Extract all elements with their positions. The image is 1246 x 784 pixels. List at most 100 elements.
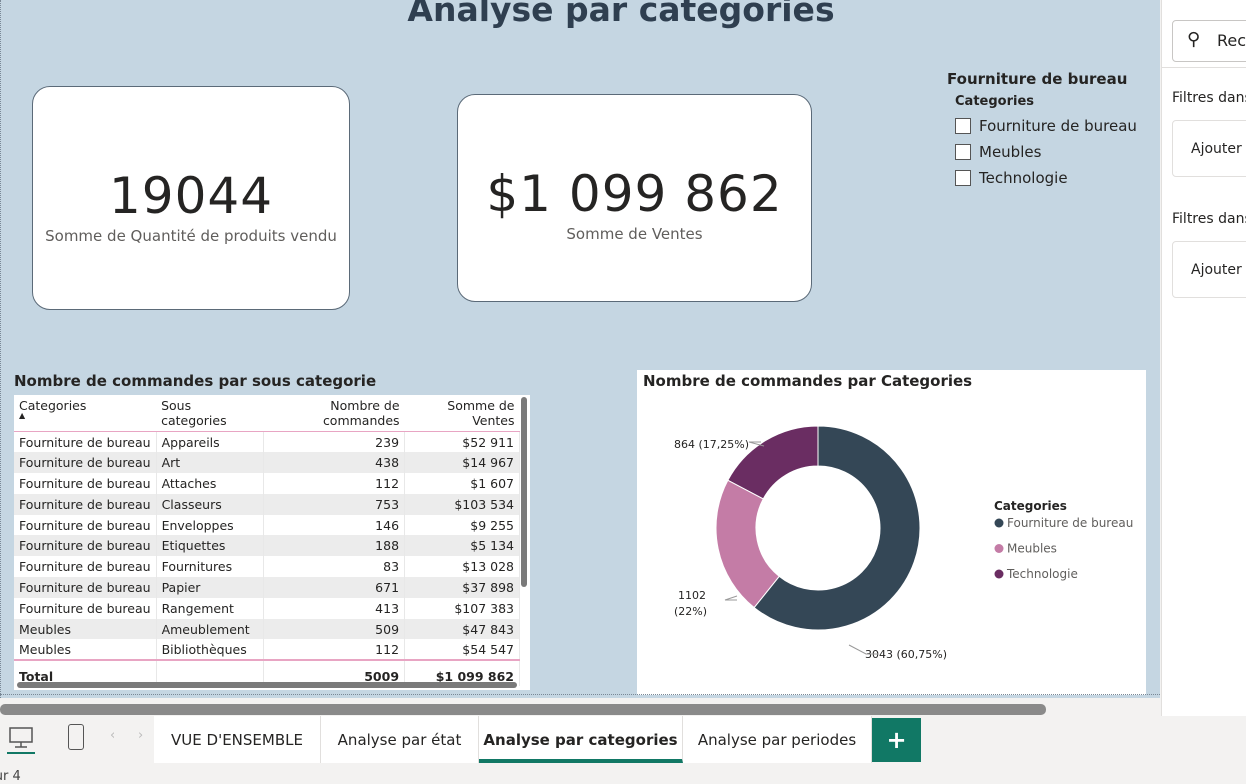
sales-value: $1 099 862 [486,165,783,223]
cell-subcategory: Art [156,452,264,474]
add-page-button[interactable]: + [872,718,921,762]
cell-category: Fourniture de bureau [14,493,157,515]
divider [1162,67,1246,68]
donut-chart[interactable]: Nombre de commandes par Categories 3043 … [637,370,1146,695]
table-row[interactable]: Fourniture de bureau Fournitures 83 $13 028 [14,556,520,578]
cell-subcategory: Etiquettes [156,535,264,557]
chart-title: Nombre de commandes par Categories [643,372,973,390]
filters-label: Filtres dans [1172,90,1246,106]
cell-category: Fourniture de bureau [14,535,157,557]
cell-sales: $47 843 [404,618,520,640]
legend-title: Categories [994,499,1067,513]
data-label: (22%) [674,605,707,618]
table-row[interactable]: Fourniture de bureau Papier 671 $37 898 [14,577,520,598]
subcategory-table[interactable]: Categories ▲ Sous categories Nombre de co… [14,395,530,690]
cell-sales: $103 534 [404,493,520,515]
table-row[interactable]: Fourniture de bureau Appareils 239 $52 911 [14,431,520,453]
cell-subcategory: Appareils [156,431,264,453]
data-label: 864 (17,25%) [674,438,749,451]
cell-category: Fourniture de bureau [14,431,157,453]
column-header-subcategories[interactable]: Sous categories [156,395,263,432]
add-filter-button[interactable]: Ajouter c [1172,241,1246,298]
cell-orders: 413 [263,597,406,619]
table-horizontal-scrollbar[interactable] [17,682,517,688]
cell-category: Fourniture de bureau [14,473,157,494]
table-row[interactable]: Meubles Bibliothèques 112 $54 547 [14,639,520,661]
table-row[interactable]: Fourniture de bureau Classeurs 753 $103 534 [14,493,520,515]
cell-subcategory: Bibliothèques [156,639,264,661]
table-vertical-scrollbar[interactable] [521,397,527,587]
cell-sales: $14 967 [404,452,520,474]
chevron-right-icon[interactable]: › [138,728,143,743]
quantity-card[interactable]: 19044 Somme de Quantité de produits vend… [32,86,350,310]
legend-item[interactable]: Meubles [1007,542,1057,556]
cell-sales: $13 028 [404,556,520,578]
cell-category: Meubles [14,618,157,640]
mobile-view-icon[interactable] [68,724,84,750]
slicer-item-meubles[interactable]: Meubles [955,143,1157,161]
leader-line [724,595,738,601]
cell-sales: $52 911 [404,431,520,453]
slicer-subheader: Categories [955,94,1035,109]
cell-category: Fourniture de bureau [14,514,157,536]
tab-vue-ensemble[interactable]: VUE D'ENSEMBLE [154,716,321,763]
cell-category: Fourniture de bureau [14,577,157,598]
cell-subcategory: Classeurs [156,493,264,515]
cell-sales: $107 383 [404,597,520,619]
quantity-value: 19044 [108,167,274,225]
chevron-left-icon[interactable]: ‹ [110,728,115,743]
legend-marker [994,518,1004,528]
desktop-view-icon[interactable] [8,726,34,750]
slicer-item-technologie[interactable]: Technologie [955,169,1157,187]
slicer-item-fourniture[interactable]: Fourniture de bureau [955,117,1157,135]
search-text: Rech [1217,31,1246,50]
table-row[interactable]: Fourniture de bureau Rangement 413 $107 383 [14,597,520,619]
column-header-categories[interactable]: Categories ▲ [14,395,157,432]
cell-orders: 112 [263,639,406,661]
cell-category: Fourniture de bureau [14,597,157,619]
legend-item[interactable]: Technologie [1006,567,1078,581]
cell-subcategory: Papier [156,577,264,598]
cell-category: Fourniture de bureau [14,556,157,578]
column-header-sales[interactable]: Somme de Ventes [404,395,520,432]
checkbox[interactable] [955,118,971,134]
cell-orders: 188 [263,535,406,557]
cell-orders: 83 [263,556,406,578]
page-tabs-bar: ‹ › VUE D'ENSEMBLE Analyse par état Anal… [0,716,1246,763]
cell-sales: $5 134 [404,535,520,557]
cell-sales: $37 898 [404,577,520,598]
cell-sales: $9 255 [404,514,520,536]
filters-pane: ⚲ Rech Filtres dans Ajouter c Filtres da… [1161,0,1246,716]
table-row[interactable]: Fourniture de bureau Art 438 $14 967 [14,452,520,474]
table-row[interactable]: Fourniture de bureau Etiquettes 188 $5 134 [14,535,520,557]
checkbox[interactable] [955,170,971,186]
sales-card[interactable]: $1 099 862 Somme de Ventes [457,94,812,302]
canvas-border [0,694,1160,695]
report-canvas: Analyse par categories 19044 Somme de Qu… [0,0,1160,698]
add-filter-button[interactable]: Ajouter c [1172,120,1246,177]
table-row[interactable]: Fourniture de bureau Attaches 112 $1 607 [14,473,520,494]
column-header-orders[interactable]: Nombre de commandes [263,395,405,432]
cell-orders: 753 [263,493,406,515]
page-status: sur 4 [0,769,21,784]
cell-orders: 239 [263,431,406,453]
cell-category: Meubles [14,639,157,661]
tab-analyse-etat[interactable]: Analyse par état [321,716,479,763]
legend-marker [994,569,1004,579]
table-row[interactable]: Meubles Ameublement 509 $47 843 [14,618,520,640]
search-icon: ⚲ [1187,29,1201,50]
data-label: 1102 [678,589,706,602]
category-slicer[interactable]: Fourniture de bureau Categories Fournitu… [947,70,1157,187]
cell-subcategory: Rangement [156,597,264,619]
legend-item[interactable]: Fourniture de bureau [1007,516,1133,530]
tab-analyse-periodes[interactable]: Analyse par periodes [683,716,872,763]
tab-analyse-categories[interactable]: Analyse par categories [479,716,683,763]
legend-marker [994,544,1004,553]
page-horizontal-scrollbar[interactable] [0,704,1046,715]
cell-orders: 671 [263,577,406,598]
cell-orders: 438 [263,452,406,474]
table-row[interactable]: Fourniture de bureau Enveloppes 146 $9 255 [14,514,520,536]
checkbox[interactable] [955,144,971,160]
search-input[interactable]: ⚲ Rech [1172,20,1246,62]
cell-subcategory: Fournitures [156,556,264,578]
